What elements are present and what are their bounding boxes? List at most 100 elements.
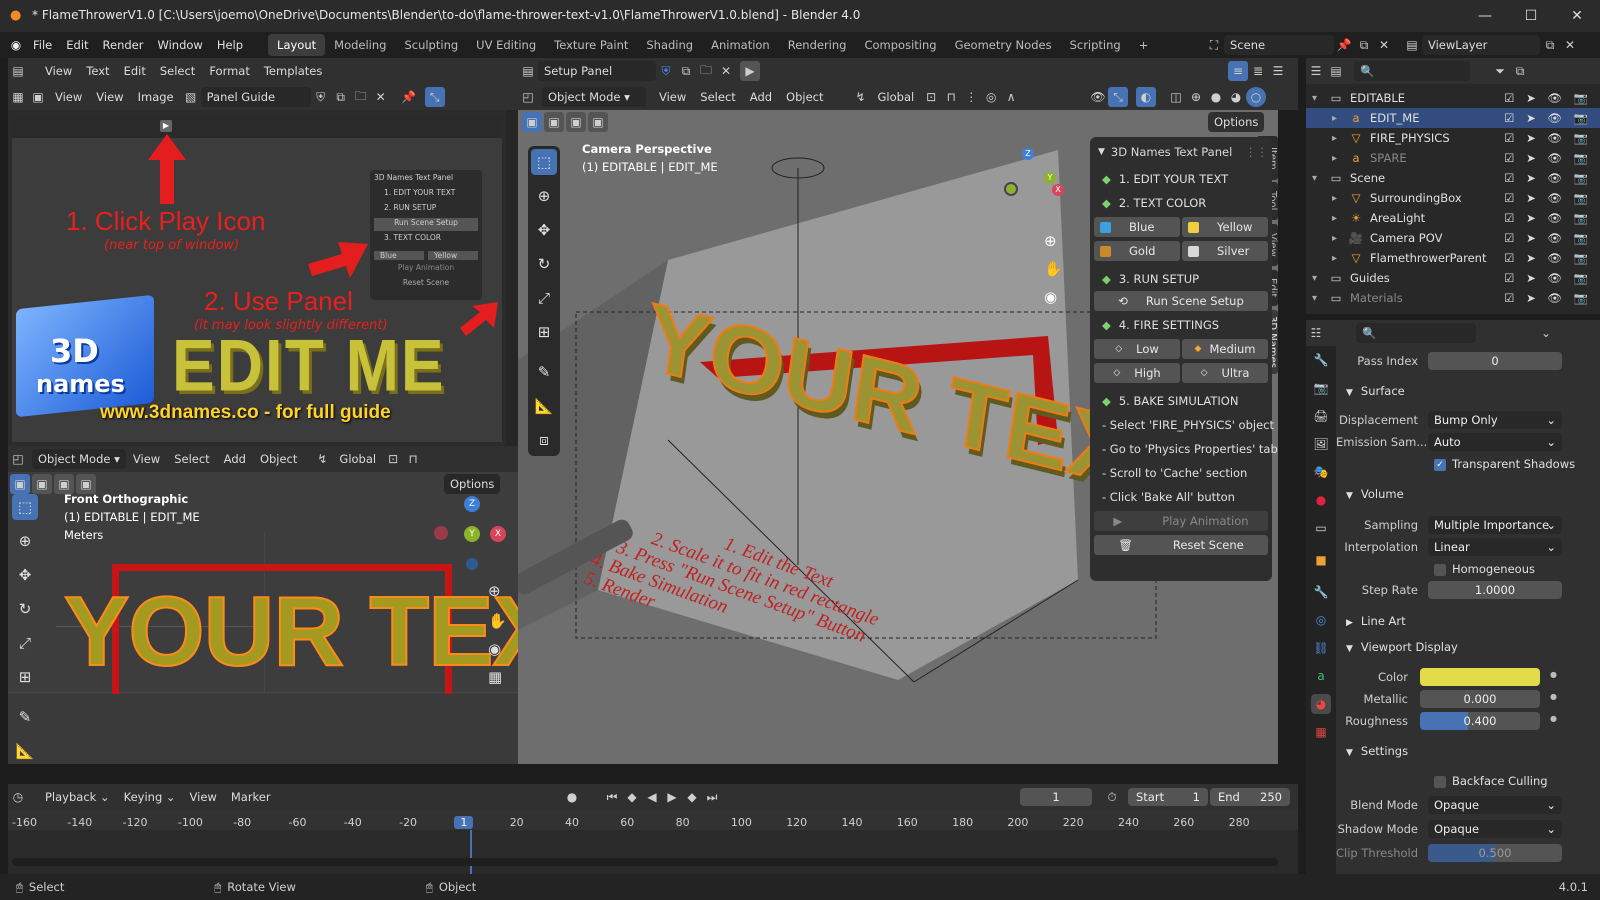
view-layer-selector[interactable]: ViewLayer (1422, 35, 1540, 55)
editor-type-icon[interactable]: ▦ (8, 87, 28, 107)
transform-orientation-icon[interactable]: ↯ (312, 449, 332, 469)
unlink-icon[interactable]: ✕ (716, 61, 736, 81)
section-viewport-display[interactable]: ▼ Viewport Display (1346, 640, 1458, 654)
menu-view[interactable]: View (126, 448, 167, 470)
play-animation-button[interactable]: ▶ Play Animation (1094, 511, 1268, 531)
fire-high-button[interactable]: ◇ High (1094, 363, 1180, 383)
proportional-edit-icon[interactable]: ◎ (981, 87, 1001, 107)
pin-icon[interactable]: 📌 (399, 87, 419, 107)
measure-tool-icon[interactable]: 📐 (12, 738, 38, 764)
menu-edit[interactable]: Edit (59, 32, 95, 58)
solid-shading-icon[interactable]: ● (1206, 87, 1226, 107)
displacement-dropdown[interactable]: Bump Only ⌄ (1428, 411, 1562, 429)
color-gold-button[interactable]: Gold (1094, 241, 1180, 261)
transform-orientation-icon[interactable]: ↯ (851, 87, 871, 107)
timeline-scrollbar[interactable] (12, 858, 1278, 866)
menu-select[interactable]: Select (167, 448, 216, 470)
tab-uv-editing[interactable]: UV Editing (467, 34, 545, 56)
tab-texture-paint[interactable]: Texture Paint (545, 34, 637, 56)
blend-mode-dropdown[interactable]: Opaque ⌄ (1428, 796, 1562, 814)
sampling-dropdown[interactable]: Multiple Importance ⌄ (1428, 516, 1562, 534)
keyframe-dot-icon[interactable]: ● (1550, 692, 1557, 701)
tab-animation[interactable]: Animation (702, 34, 779, 56)
axis-y-icon[interactable]: Y (464, 526, 480, 542)
chevron-icon[interactable]: ▸ (1332, 193, 1346, 204)
add-cube-tool-icon[interactable]: ⧈ (531, 427, 557, 453)
color-blue-button[interactable]: Blue (1094, 217, 1180, 237)
delete-layer-icon[interactable]: ✕ (1560, 35, 1580, 55)
add-workspace-button[interactable]: + (1130, 34, 1158, 56)
roughness-field[interactable]: 0.400 (1420, 712, 1540, 730)
transform-tool-icon[interactable]: ⊞ (531, 319, 557, 345)
panel-header[interactable]: ▼ 3D Names Text Panel ⋮⋮ (1094, 141, 1268, 163)
outliner-item[interactable]: ▸ ▽ FlamethrowerParent ☑ ➤ 👁 📷 (1306, 248, 1600, 268)
select-invert-icon[interactable]: ▣ (76, 474, 96, 494)
play-icon[interactable]: ▶ (662, 787, 682, 807)
open-folder-icon[interactable]: 🗀 (696, 61, 716, 81)
tab-scripting[interactable]: Scripting (1061, 34, 1130, 56)
visibility-toggles-icon[interactable]: ☑ ➤ 👁 📷 (1504, 251, 1592, 265)
move-tool-icon[interactable]: ✥ (12, 562, 38, 588)
tab-geometry-nodes[interactable]: Geometry Nodes (946, 34, 1061, 56)
physics-tab-icon[interactable]: ◎ (1311, 610, 1331, 630)
backface-culling-checkbox[interactable]: Backface Culling (1434, 774, 1548, 788)
chevron-icon[interactable]: ▾ (1312, 173, 1326, 184)
outliner-item[interactable]: ▾ ▭ Materials ☑ ➤ 👁 📷 (1306, 288, 1600, 308)
outliner-item[interactable]: ▸ a EDIT_ME ☑ ➤ 👁 📷 (1306, 108, 1600, 128)
pivot-icon[interactable]: ⊡ (383, 449, 403, 469)
properties-search-input[interactable]: 🔍 (1356, 323, 1476, 343)
rotate-tool-icon[interactable]: ↻ (12, 596, 38, 622)
jump-end-icon[interactable]: ⏭ (702, 787, 722, 807)
metallic-field[interactable]: 0.000 (1420, 690, 1540, 708)
axis-z-icon[interactable]: Z (1022, 148, 1034, 160)
clock-icon[interactable]: ⏱ (1102, 787, 1122, 807)
world-tab-icon[interactable]: ● (1311, 490, 1331, 510)
select-subtract-icon[interactable]: ▣ (54, 474, 74, 494)
visibility-toggles-icon[interactable]: ☑ ➤ 👁 📷 (1504, 151, 1592, 165)
viewport-color-field[interactable] (1420, 668, 1540, 686)
options-dropdown[interactable]: Options (444, 474, 501, 494)
front-orientation-dropdown[interactable]: Global (332, 448, 383, 470)
text-file-selector[interactable]: Setup Panel (538, 61, 656, 81)
step-rate-field[interactable]: 1.0000 (1428, 581, 1562, 599)
tool-tab-icon[interactable]: 🔧 (1311, 350, 1331, 370)
zoom-icon[interactable]: ⊕ (488, 582, 501, 600)
texture-tab-icon[interactable]: ▦ (1311, 722, 1331, 742)
editor-type-icon[interactable]: ▤ (8, 61, 28, 81)
axis-x-icon[interactable]: X (490, 526, 506, 542)
menu-edit[interactable]: Edit (117, 60, 153, 82)
outliner-item[interactable]: ▸ ▽ SurroundingBox ☑ ➤ 👁 📷 (1306, 188, 1600, 208)
menu-view-2[interactable]: View (89, 86, 130, 108)
chevron-icon[interactable]: ▾ (1312, 273, 1326, 284)
camera-view-icon[interactable]: ◉ (488, 640, 501, 658)
filter-icon[interactable]: ⏷ (1490, 61, 1510, 81)
transparent-shadows-checkbox[interactable]: ✓ Transparent Shadows (1434, 457, 1575, 471)
menu-playback[interactable]: Playback ⌄ (38, 786, 117, 808)
outliner-item[interactable]: ▾ ▭ EDITABLE ☑ ➤ 👁 📷 (1306, 88, 1600, 108)
color-yellow-button[interactable]: Yellow (1182, 217, 1268, 237)
new-layer-icon[interactable]: ⧉ (1540, 35, 1560, 55)
options-dropdown[interactable]: Options (1208, 112, 1265, 132)
axis-x-icon[interactable]: X (1052, 184, 1064, 196)
visibility-toggles-icon[interactable]: ☑ ➤ 👁 📷 (1504, 131, 1592, 145)
transform-tool-icon[interactable]: ⊞ (12, 664, 38, 690)
clip-threshold-field[interactable]: 0.500 (1428, 844, 1562, 862)
menu-window[interactable]: Window (150, 32, 209, 58)
snap-icon[interactable]: ⊓ (941, 87, 961, 107)
editor-type-icon[interactable]: ☷ (1306, 323, 1326, 343)
wireframe-shading-icon[interactable]: ⊕ (1186, 87, 1206, 107)
rotate-tool-icon[interactable]: ↻ (531, 251, 557, 277)
view-layer-icon[interactable]: ▤ (1402, 35, 1422, 55)
section-surface[interactable]: ▼ Surface (1346, 384, 1405, 398)
visibility-toggles-icon[interactable]: ☑ ➤ 👁 📷 (1504, 291, 1592, 305)
menu-render[interactable]: Render (96, 32, 151, 58)
delete-scene-icon[interactable]: ✕ (1374, 35, 1394, 55)
scene-icon[interactable]: ⛶ (1204, 35, 1224, 55)
chevron-icon[interactable]: ▸ (1332, 213, 1346, 224)
menu-view[interactable]: View (183, 786, 224, 808)
menu-view[interactable]: View (652, 86, 693, 108)
data-tab-icon[interactable]: a (1311, 666, 1331, 686)
menu-file[interactable]: File (26, 32, 59, 58)
outliner-item[interactable]: ▸ ☀ AreaLight ☑ ➤ 👁 📷 (1306, 208, 1600, 228)
scene-selector[interactable]: Scene (1224, 35, 1334, 55)
